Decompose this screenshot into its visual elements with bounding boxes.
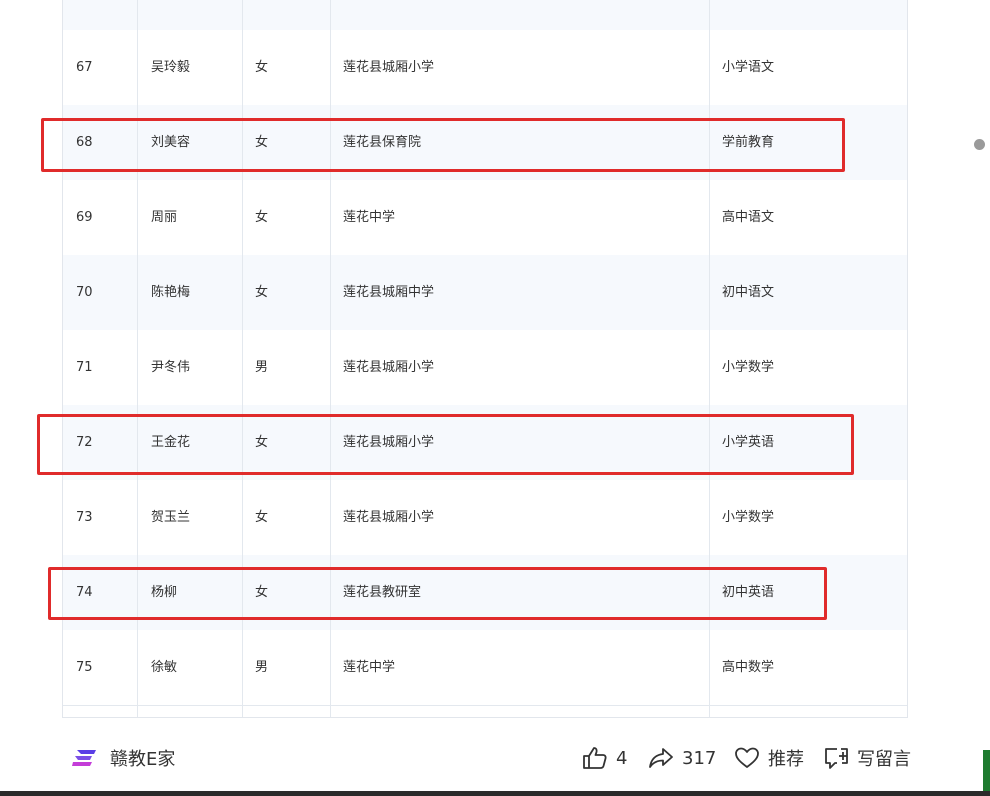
cell-name: 尹冬伟 bbox=[151, 360, 191, 375]
cell-unit: 莲花县城厢小学 bbox=[343, 60, 435, 75]
cell-unit: 莲花县城厢小学 bbox=[343, 510, 435, 525]
cell-subject: 小学语文 bbox=[722, 60, 775, 75]
cell-subject bbox=[709, 0, 907, 30]
table-row: 69 周丽 女 莲花中学 高中语文 bbox=[63, 180, 907, 256]
like-count: 4 bbox=[616, 747, 628, 769]
table-row: 73 贺玉兰 女 莲花县城厢小学 小学数学 bbox=[63, 480, 907, 556]
cell-name: 陈艳梅 bbox=[151, 285, 191, 300]
cell-no: 75 bbox=[76, 660, 93, 675]
article-footer: 赣教E家 4 317 推荐 写留言 bbox=[0, 725, 990, 791]
brand-name: 赣教E家 bbox=[110, 749, 176, 770]
recommend-label: 推荐 bbox=[768, 749, 804, 770]
share-button[interactable]: 317 bbox=[648, 743, 716, 773]
cell-unit: 莲花中学 bbox=[343, 210, 396, 225]
cell-gender: 女 bbox=[255, 60, 269, 75]
cell-subject: 小学数学 bbox=[722, 510, 775, 525]
cell-gender bbox=[242, 0, 330, 30]
table-row bbox=[63, 0, 907, 31]
cell-gender: 女 bbox=[255, 510, 269, 525]
cell-no: 70 bbox=[76, 285, 93, 300]
comment-plus-icon bbox=[823, 746, 851, 770]
window-bottom-edge bbox=[0, 791, 990, 796]
cell-no: 73 bbox=[76, 510, 93, 525]
cell-subject: 高中数学 bbox=[722, 660, 775, 675]
side-panel-edge bbox=[983, 750, 990, 791]
cell-unit: 莲花中学 bbox=[343, 660, 396, 675]
heart-icon bbox=[734, 746, 760, 770]
cell-unit bbox=[330, 0, 709, 30]
highlight-box-row-74 bbox=[48, 567, 827, 620]
cell-no bbox=[63, 0, 137, 30]
cell-gender: 女 bbox=[255, 210, 269, 225]
comment-label: 写留言 bbox=[857, 749, 911, 770]
cell-no: 71 bbox=[76, 360, 93, 375]
brand[interactable]: 赣教E家 bbox=[72, 743, 175, 773]
table-row: 71 尹冬伟 男 莲花县城厢小学 小学数学 bbox=[63, 330, 907, 406]
cell-subject: 初中语文 bbox=[722, 285, 775, 300]
scroll-indicator[interactable] bbox=[974, 139, 985, 150]
thumbs-up-icon bbox=[582, 746, 608, 770]
highlight-box-row-72 bbox=[37, 414, 854, 475]
cell-unit: 莲花县城厢中学 bbox=[343, 285, 435, 300]
cell-name bbox=[137, 0, 242, 30]
table-row: 70 陈艳梅 女 莲花县城厢中学 初中语文 bbox=[63, 255, 907, 331]
share-arrow-icon bbox=[648, 746, 674, 770]
cell-name: 周丽 bbox=[151, 210, 178, 225]
cell-subject: 小学数学 bbox=[722, 360, 775, 375]
share-count: 317 bbox=[682, 747, 717, 769]
cell-gender: 男 bbox=[255, 660, 269, 675]
cell-name: 贺玉兰 bbox=[151, 510, 191, 525]
cell-unit: 莲花县城厢小学 bbox=[343, 360, 435, 375]
brand-logo-icon bbox=[72, 748, 96, 768]
cell-name: 吴玲毅 bbox=[151, 60, 191, 75]
cell-no: 69 bbox=[76, 210, 93, 225]
cell-subject: 高中语文 bbox=[722, 210, 775, 225]
table-row: 75 徐敏 男 莲花中学 高中数学 bbox=[63, 630, 907, 706]
cell-gender: 男 bbox=[255, 360, 269, 375]
comment-button[interactable]: 写留言 bbox=[823, 743, 911, 773]
highlight-box-row-68 bbox=[41, 118, 845, 172]
recommend-button[interactable]: 推荐 bbox=[734, 743, 804, 773]
cell-gender: 女 bbox=[255, 285, 269, 300]
cell-no: 67 bbox=[76, 60, 93, 75]
table-row: 67 吴玲毅 女 莲花县城厢小学 小学语文 bbox=[63, 30, 907, 106]
cell-name: 徐敏 bbox=[151, 660, 178, 675]
like-button[interactable]: 4 bbox=[582, 743, 627, 773]
